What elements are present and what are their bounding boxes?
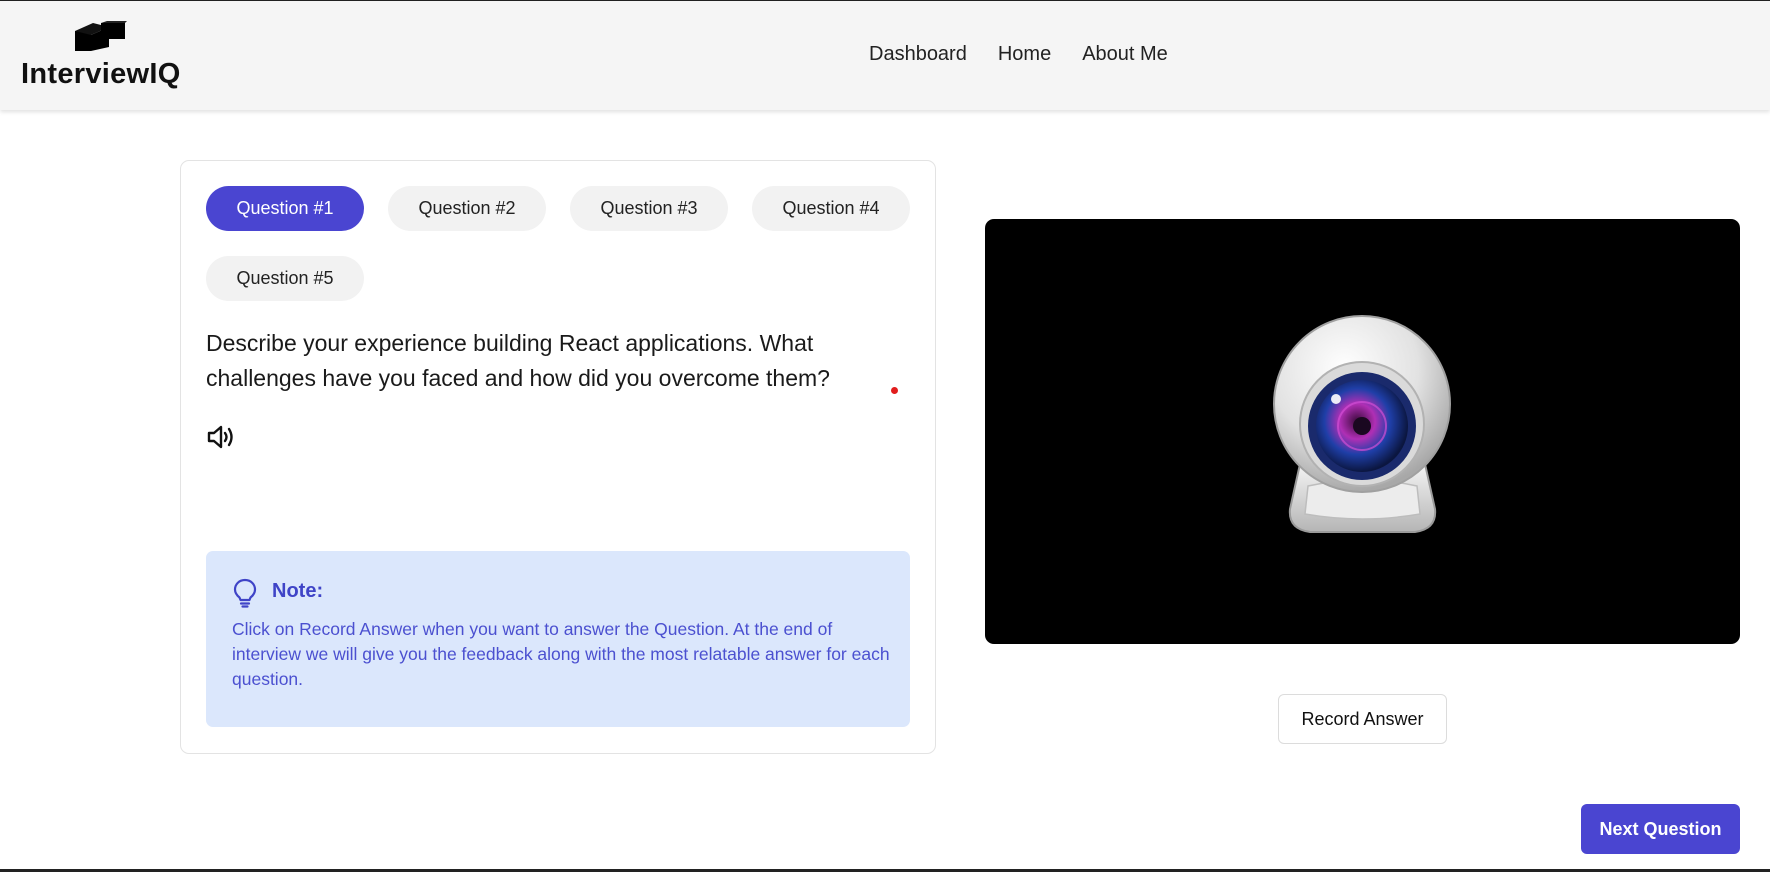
note-title: Note: (272, 580, 324, 602)
nav-home[interactable]: Home (998, 43, 1051, 66)
tab-question-5[interactable]: Question #5 (206, 256, 364, 301)
top-navbar: InterviewIQ Dashboard Home About Me (0, 1, 1770, 110)
next-question-button[interactable]: Next Question (1581, 804, 1740, 854)
webcam-preview-panel (985, 219, 1740, 644)
note-box: Note: Click on Record Answer when you wa… (206, 551, 910, 727)
question-card: Question #1 Question #2 Question #3 Ques… (180, 160, 936, 754)
lightbulb-icon (233, 578, 257, 608)
recording-indicator-dot (891, 387, 898, 394)
logo-blocks-icon (75, 21, 127, 51)
tab-question-4[interactable]: Question #4 (752, 186, 910, 231)
nav-about-me[interactable]: About Me (1082, 43, 1168, 66)
nav-dashboard[interactable]: Dashboard (869, 43, 967, 66)
tab-question-2[interactable]: Question #2 (388, 186, 546, 231)
webcam-icon (1273, 315, 1451, 533)
note-text: Click on Record Answer when you want to … (232, 619, 890, 689)
app-logo[interactable]: InterviewIQ (20, 21, 190, 91)
tab-question-1[interactable]: Question #1 (206, 186, 364, 231)
question-text: Describe your experience building React … (206, 330, 830, 391)
main-nav: Dashboard Home About Me (869, 43, 1168, 66)
speaker-icon[interactable] (206, 422, 236, 452)
logo-text: InterviewIQ (21, 58, 181, 90)
tab-question-3[interactable]: Question #3 (570, 186, 728, 231)
record-answer-button[interactable]: Record Answer (1278, 694, 1447, 744)
